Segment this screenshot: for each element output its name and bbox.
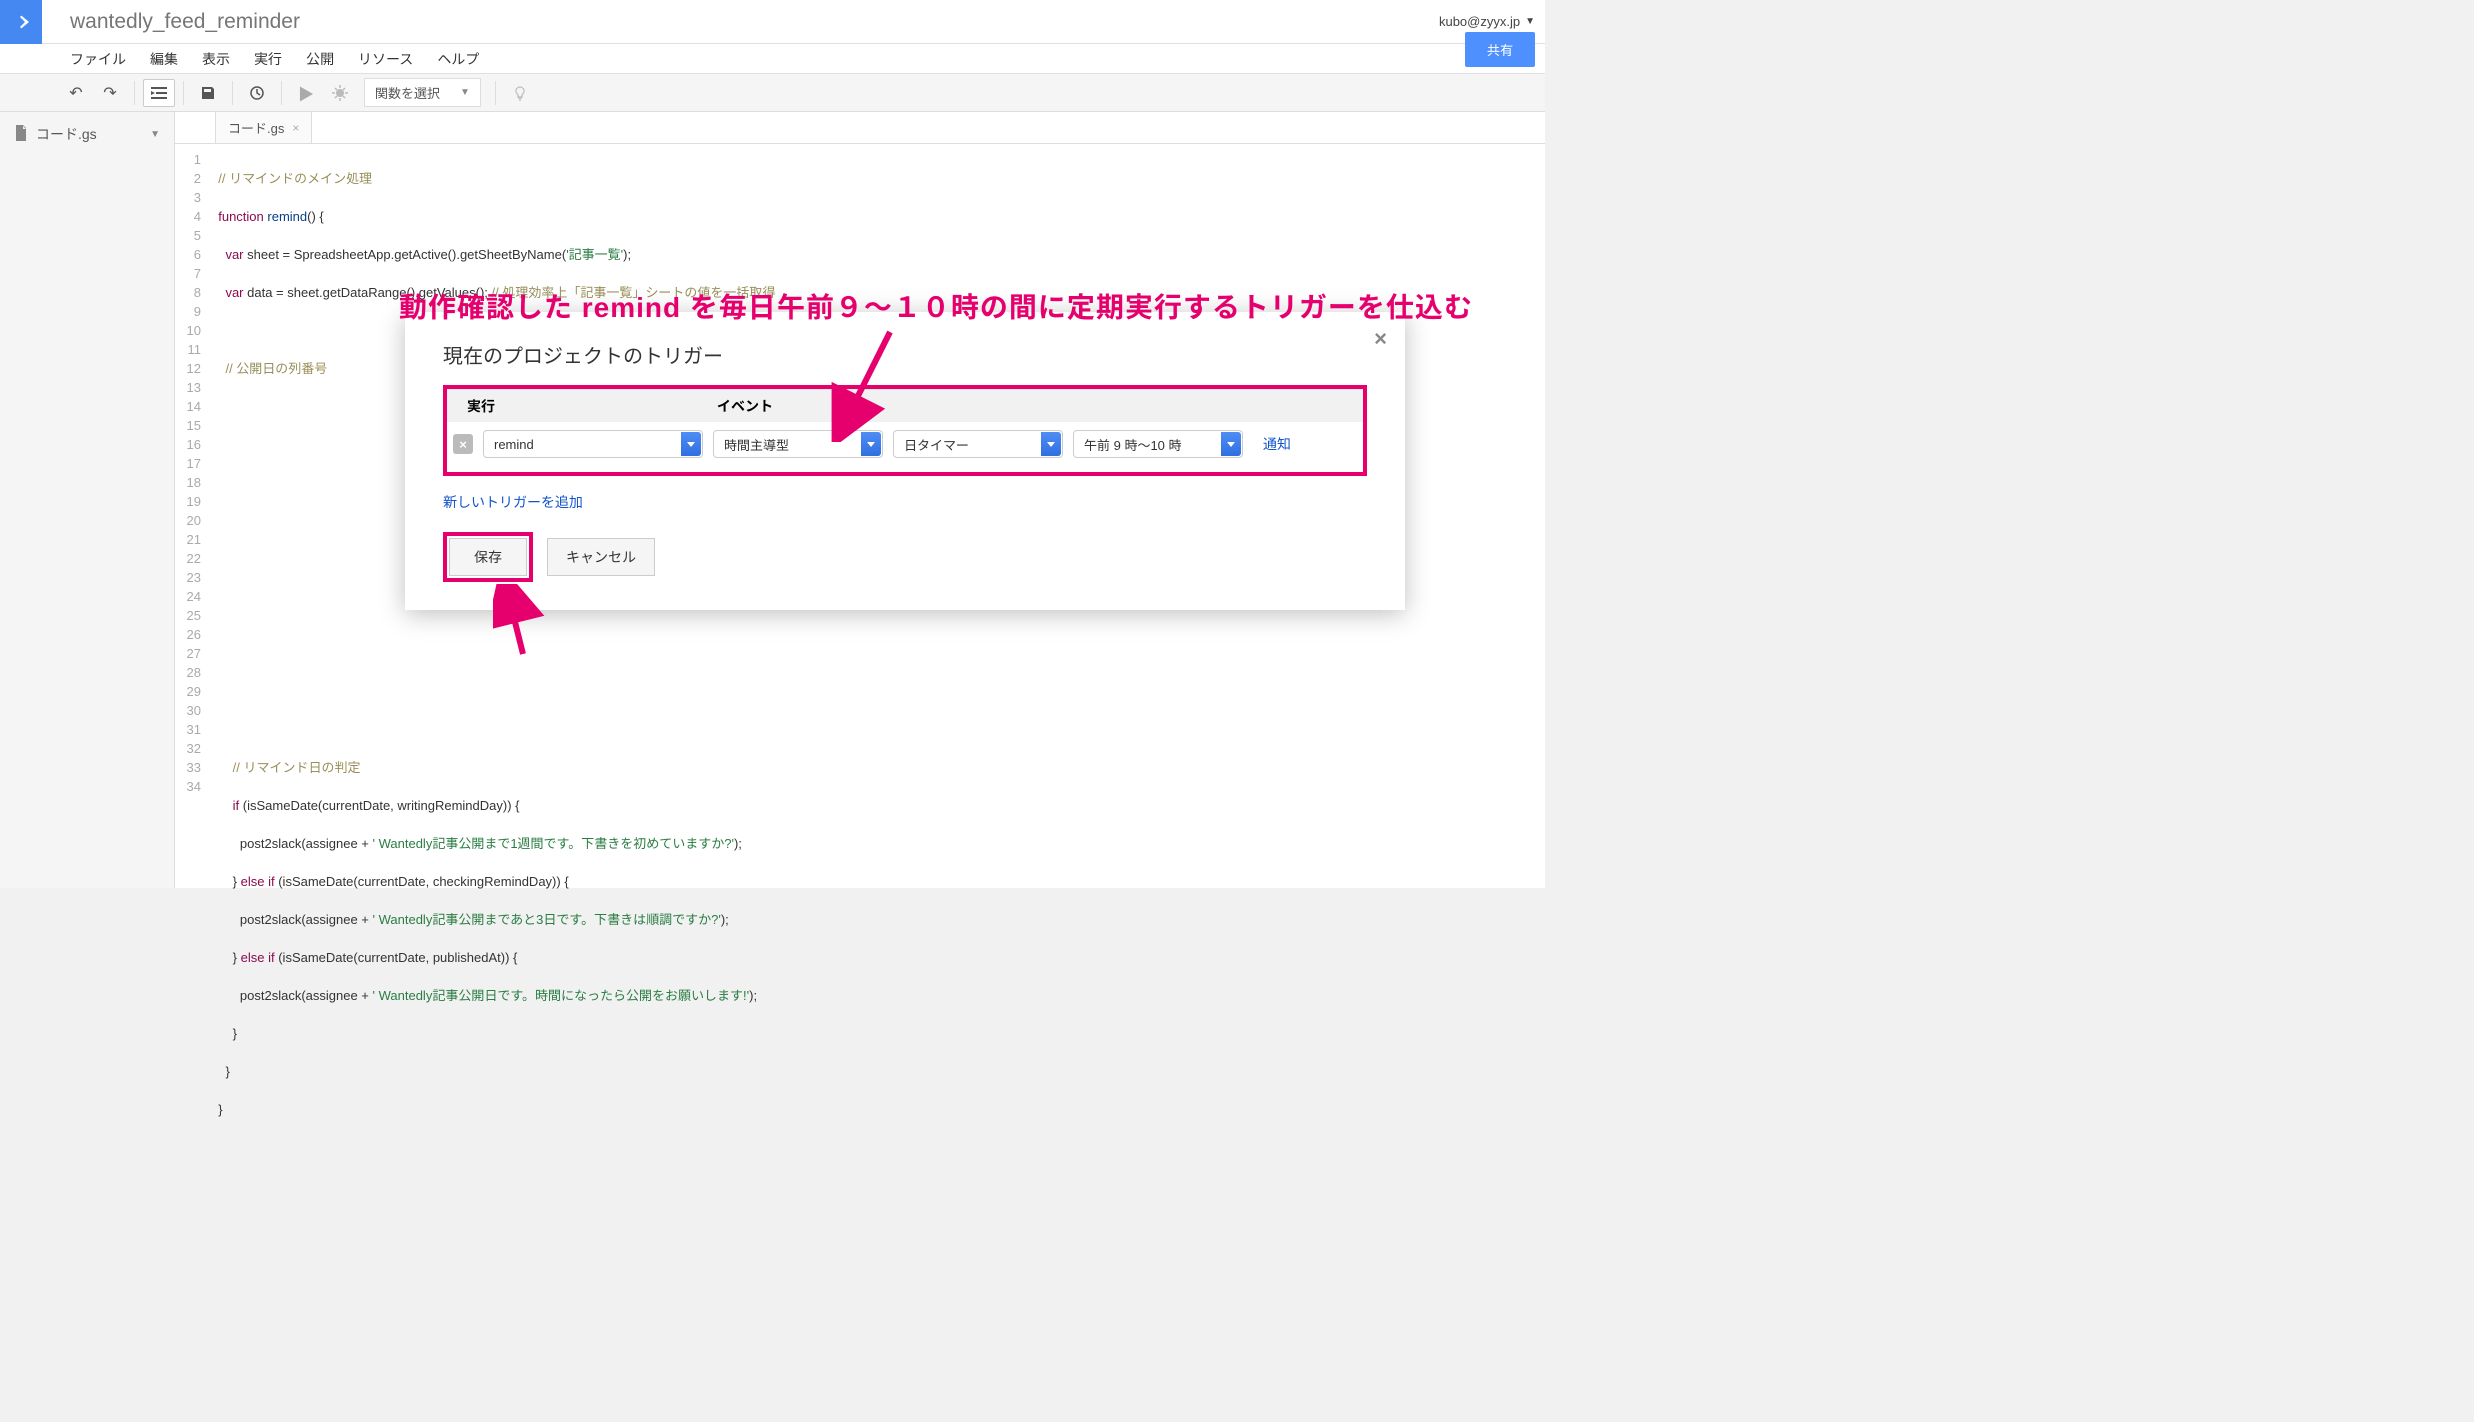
time-range-select[interactable]: 午前 9 時～10 時: [1073, 430, 1243, 458]
save-button[interactable]: 保存: [449, 538, 527, 576]
sidebar-file-label: コード.gs: [36, 124, 97, 144]
select-value: 午前 9 時～10 時: [1084, 435, 1182, 454]
chevron-down-icon: ▼: [150, 129, 160, 140]
function-select-label: 関数を選択: [375, 83, 440, 102]
save-button[interactable]: [192, 79, 224, 107]
notifications-link[interactable]: 通知: [1263, 434, 1291, 454]
toolbar: ↶ ↷ ▶ 関数を選択 ▼: [0, 74, 1545, 112]
menu-help[interactable]: ヘルプ: [437, 49, 479, 69]
window-titlebar: wantedly_feed_reminder kubo@zyyx.jp ▼: [0, 0, 1545, 44]
save-button-highlight: 保存: [443, 532, 533, 582]
lightbulb-button[interactable]: [504, 79, 536, 107]
triggers-button[interactable]: [241, 79, 273, 107]
toolbar-separator: [281, 81, 282, 105]
project-title[interactable]: wantedly_feed_reminder: [70, 10, 300, 34]
run-button[interactable]: ▶: [290, 79, 322, 107]
chevron-down-icon: ▼: [1525, 16, 1535, 27]
annotation-arrow-icon: [830, 322, 910, 442]
header-run: 実行: [467, 396, 717, 416]
redo-button[interactable]: ↷: [94, 79, 126, 107]
user-email-text: kubo@zyyx.jp: [1439, 14, 1520, 29]
undo-button[interactable]: ↶: [60, 79, 92, 107]
menubar: ファイル 編集 表示 実行 公開 リソース ヘルプ: [0, 44, 1545, 74]
menu-run[interactable]: 実行: [254, 49, 282, 69]
toolbar-separator: [134, 81, 135, 105]
menu-edit[interactable]: 編集: [150, 49, 178, 69]
function-select[interactable]: 関数を選択 ▼: [364, 78, 481, 107]
delete-trigger-button[interactable]: ×: [453, 434, 473, 454]
toolbar-separator: [495, 81, 496, 105]
menu-view[interactable]: 表示: [202, 49, 230, 69]
toolbar-separator: [232, 81, 233, 105]
app-logo[interactable]: [0, 0, 42, 44]
run-function-select[interactable]: remind: [483, 430, 703, 458]
select-value: 時間主導型: [724, 435, 789, 454]
menu-publish[interactable]: 公開: [306, 49, 334, 69]
add-trigger-link[interactable]: 新しいトリガーを追加: [443, 492, 583, 512]
gutter: 1234567891011121314151617181920212223242…: [175, 150, 211, 1157]
tab-code-gs[interactable]: コード.gs ×: [215, 111, 312, 143]
user-menu[interactable]: kubo@zyyx.jp ▼: [1439, 14, 1535, 29]
menu-file[interactable]: ファイル: [70, 49, 126, 69]
sidebar-file-item[interactable]: コード.gs ▼: [8, 120, 166, 148]
chevron-down-icon: ▼: [460, 87, 470, 98]
annotation-arrow-icon: [493, 584, 553, 664]
share-button[interactable]: 共有: [1465, 32, 1535, 67]
menu-resources[interactable]: リソース: [358, 49, 413, 69]
tabstrip: コード.gs ×: [175, 112, 1545, 144]
indent-button[interactable]: [143, 79, 175, 107]
close-icon[interactable]: ×: [292, 121, 299, 135]
timer-type-select[interactable]: 日タイマー: [893, 430, 1063, 458]
tab-label: コード.gs: [228, 118, 284, 137]
editor: コード.gs × 1234567891011121314151617181920…: [175, 112, 1545, 888]
select-value: 日タイマー: [904, 435, 969, 454]
close-icon[interactable]: ×: [1374, 326, 1387, 352]
chevron-down-icon: [1221, 432, 1241, 456]
file-icon: [14, 125, 28, 144]
toolbar-separator: [183, 81, 184, 105]
header-event: イベント: [717, 396, 773, 416]
select-value: remind: [494, 437, 534, 452]
debug-button[interactable]: [324, 79, 356, 107]
chevron-down-icon: [681, 432, 701, 456]
annotation-text: 動作確認した remind を毎日午前９〜１０時の間に定期実行するトリガーを仕込…: [399, 286, 1473, 326]
cancel-button[interactable]: キャンセル: [547, 538, 655, 576]
chevron-down-icon: [1041, 432, 1061, 456]
sidebar: コード.gs ▼: [0, 112, 175, 888]
